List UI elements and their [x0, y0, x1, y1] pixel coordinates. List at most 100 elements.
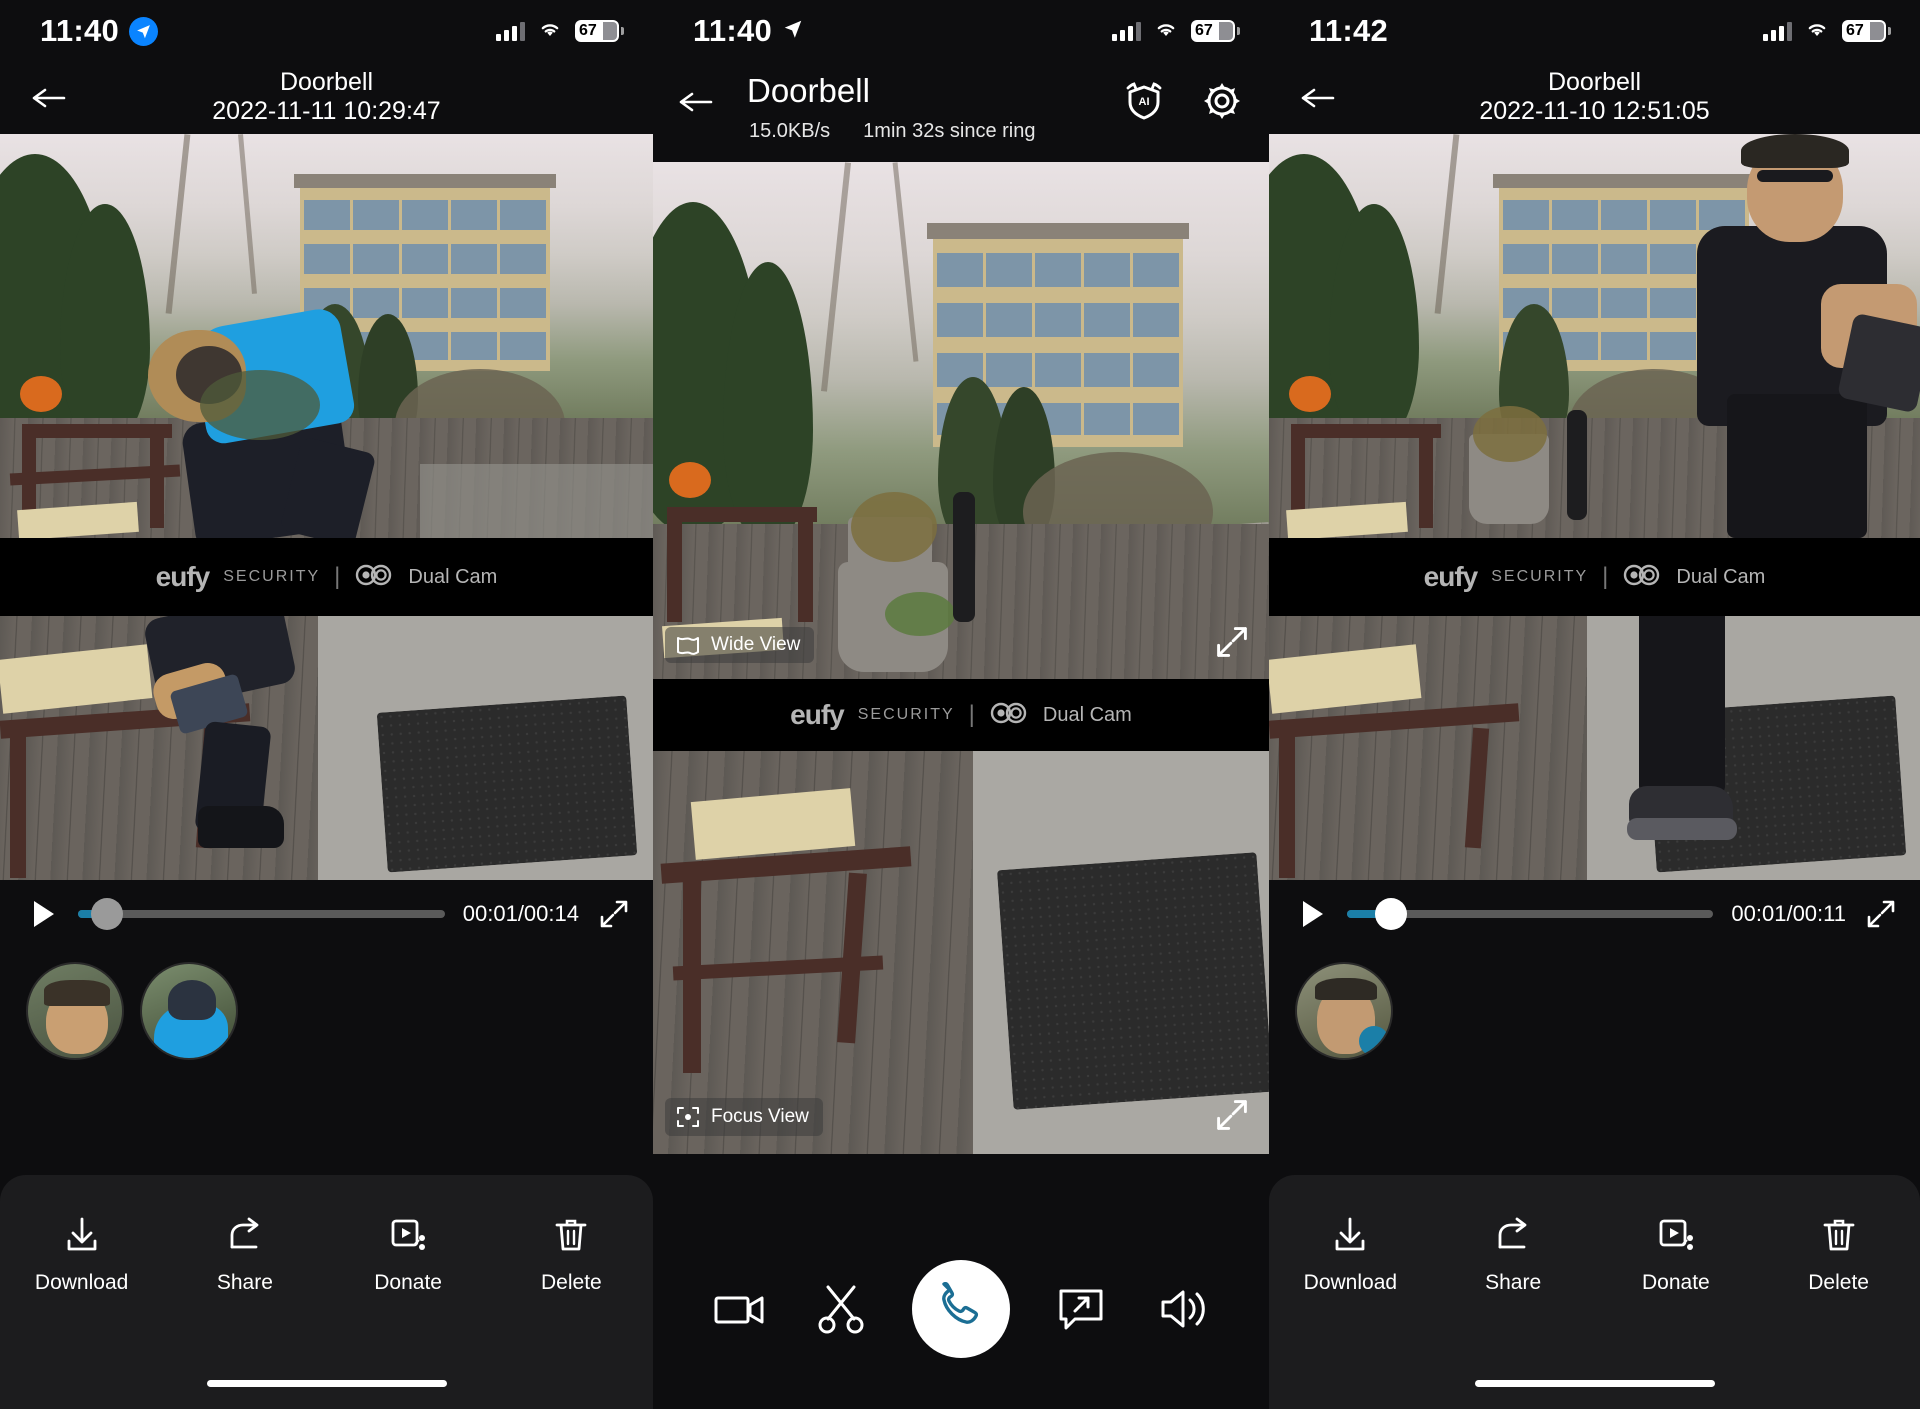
expand-icon[interactable] [1213, 623, 1251, 661]
gear-icon[interactable] [1199, 78, 1245, 124]
eufy-brand-sub: SECURITY [223, 568, 321, 585]
wifi-icon [1804, 19, 1830, 44]
cellular-bars-icon [1763, 21, 1792, 41]
dual-cam-icon [1622, 564, 1662, 591]
donate-label: Donate [1642, 1271, 1710, 1294]
face-thumbnail[interactable] [26, 962, 124, 1060]
battery-indicator: 67 [1191, 20, 1240, 42]
watermark-divider: | [334, 563, 341, 590]
cellular-bars-icon [1112, 21, 1141, 41]
eufy-brand: eufy [790, 699, 845, 730]
phone-icon [942, 1282, 979, 1324]
focus-view-frame[interactable] [0, 616, 653, 880]
recording-timestamp: 2022-11-11 10:29:47 [212, 97, 441, 126]
wide-view-frame[interactable]: Wide View [653, 162, 1269, 679]
video-player-controls[interactable]: 00:01/00:14 [0, 880, 653, 948]
home-indicator [1474, 1380, 1715, 1387]
wide-view-icon [677, 637, 699, 655]
wide-view-label: Wide View [711, 634, 801, 655]
download-button[interactable]: Download [1269, 1213, 1432, 1295]
donate-icon [1659, 1219, 1693, 1250]
battery-percent: 67 [579, 22, 597, 39]
status-bar: 11:40 67 [0, 0, 653, 62]
share-label: Share [216, 1271, 273, 1294]
speaker-icon [1161, 1290, 1205, 1328]
location-arrow-icon [782, 18, 804, 45]
detected-faces-list [1269, 948, 1920, 1060]
nav-bar-live: Doorbell 15.0KB/s 1min 32s since ring AI [653, 62, 1269, 162]
snapshot-button[interactable] [810, 1278, 872, 1340]
eufy-watermark-strip: eufy SECURITY | Dual Cam [653, 679, 1269, 751]
video-player-controls[interactable]: 00:01/00:11 [1269, 880, 1920, 948]
ai-shield-icon[interactable]: AI [1121, 78, 1167, 124]
fullscreen-icon[interactable] [1864, 897, 1898, 931]
scissors-icon [818, 1285, 864, 1334]
seek-knob[interactable] [1374, 898, 1407, 930]
focus-view-badge[interactable]: Focus View [665, 1098, 823, 1136]
delete-icon [555, 1219, 587, 1251]
wide-view-frame[interactable] [1269, 134, 1920, 538]
fullscreen-icon[interactable] [597, 897, 631, 931]
action-sheet: Download Share Donate Delete [1269, 1175, 1920, 1409]
person-legs-in-frame [1599, 616, 1789, 880]
back-arrow-icon[interactable] [1295, 75, 1341, 121]
expand-icon[interactable] [1213, 1096, 1251, 1134]
page-title: Doorbell [279, 67, 374, 96]
focus-view-frame[interactable]: Focus View [653, 751, 1269, 1154]
back-arrow-icon[interactable] [26, 75, 72, 121]
watermark-divider: | [968, 701, 975, 728]
eufy-brand-sub: SECURITY [1491, 568, 1589, 585]
quick-response-button[interactable] [1050, 1278, 1112, 1340]
record-button[interactable] [709, 1278, 771, 1340]
eufy-brand: eufy [1423, 561, 1479, 592]
status-bar: 11:40 67 [653, 0, 1269, 62]
speaker-button[interactable] [1151, 1278, 1213, 1340]
svg-text:AI: AI [1139, 96, 1150, 108]
wifi-icon [1153, 19, 1179, 44]
download-icon [67, 1217, 97, 1251]
delete-button[interactable]: Delete [1757, 1213, 1920, 1295]
donate-button[interactable]: Donate [1595, 1213, 1758, 1295]
play-icon[interactable] [28, 898, 60, 930]
donate-label: Donate [374, 1271, 442, 1294]
quick-response-icon [1059, 1289, 1103, 1330]
donate-button[interactable]: Donate [327, 1213, 490, 1295]
page-title: Doorbell [1547, 67, 1642, 96]
seek-bar[interactable] [1347, 898, 1714, 930]
share-label: Share [1485, 1271, 1542, 1294]
wifi-icon [537, 19, 563, 44]
watermark-divider: | [1602, 563, 1609, 590]
location-arrow-icon [129, 16, 159, 46]
delete-button[interactable]: Delete [490, 1213, 653, 1295]
focus-view-frame[interactable] [1269, 616, 1920, 880]
battery-percent: 67 [1195, 22, 1213, 39]
wide-view-frame[interactable] [0, 134, 653, 538]
download-label: Download [1303, 1271, 1398, 1294]
seek-knob[interactable] [91, 898, 124, 930]
three-panel-screenshot: 11:40 67 Doorbell 2022-11-11 10:29:47 eu… [0, 0, 1920, 1409]
share-button[interactable]: Share [1432, 1213, 1595, 1295]
panel-live-center: 11:40 67 Doorbell 15.0KB/s 1min 32s sinc… [653, 0, 1269, 1409]
dual-cam-icon [989, 702, 1029, 729]
wide-view-badge[interactable]: Wide View [665, 627, 815, 663]
delete-label: Delete [541, 1271, 602, 1294]
seek-bar[interactable] [78, 898, 445, 930]
eufy-watermark-strip: eufy SECURITY | Dual Cam [1269, 538, 1920, 616]
person-standing-in-frame [1669, 134, 1920, 538]
eufy-brand: eufy [155, 561, 211, 592]
eufy-brand-sub: SECURITY [857, 706, 955, 723]
share-button[interactable]: Share [163, 1213, 326, 1295]
battery-indicator: 67 [1842, 20, 1891, 42]
answer-call-button[interactable] [911, 1260, 1010, 1358]
face-thumbnail[interactable] [140, 962, 238, 1060]
nav-bar: Doorbell 2022-11-11 10:29:47 [0, 62, 653, 134]
face-thumbnail[interactable] [1295, 962, 1393, 1060]
dual-cam-label: Dual Cam [408, 565, 498, 588]
back-arrow-icon[interactable] [673, 79, 719, 125]
focus-view-label: Focus View [711, 1106, 809, 1127]
dual-cam-label: Dual Cam [1676, 565, 1766, 588]
download-button[interactable]: Download [0, 1213, 163, 1295]
time-label: 00:01/00:11 [1731, 901, 1846, 926]
play-icon[interactable] [1297, 898, 1329, 930]
bitrate-label: 15.0KB/s [749, 120, 831, 142]
